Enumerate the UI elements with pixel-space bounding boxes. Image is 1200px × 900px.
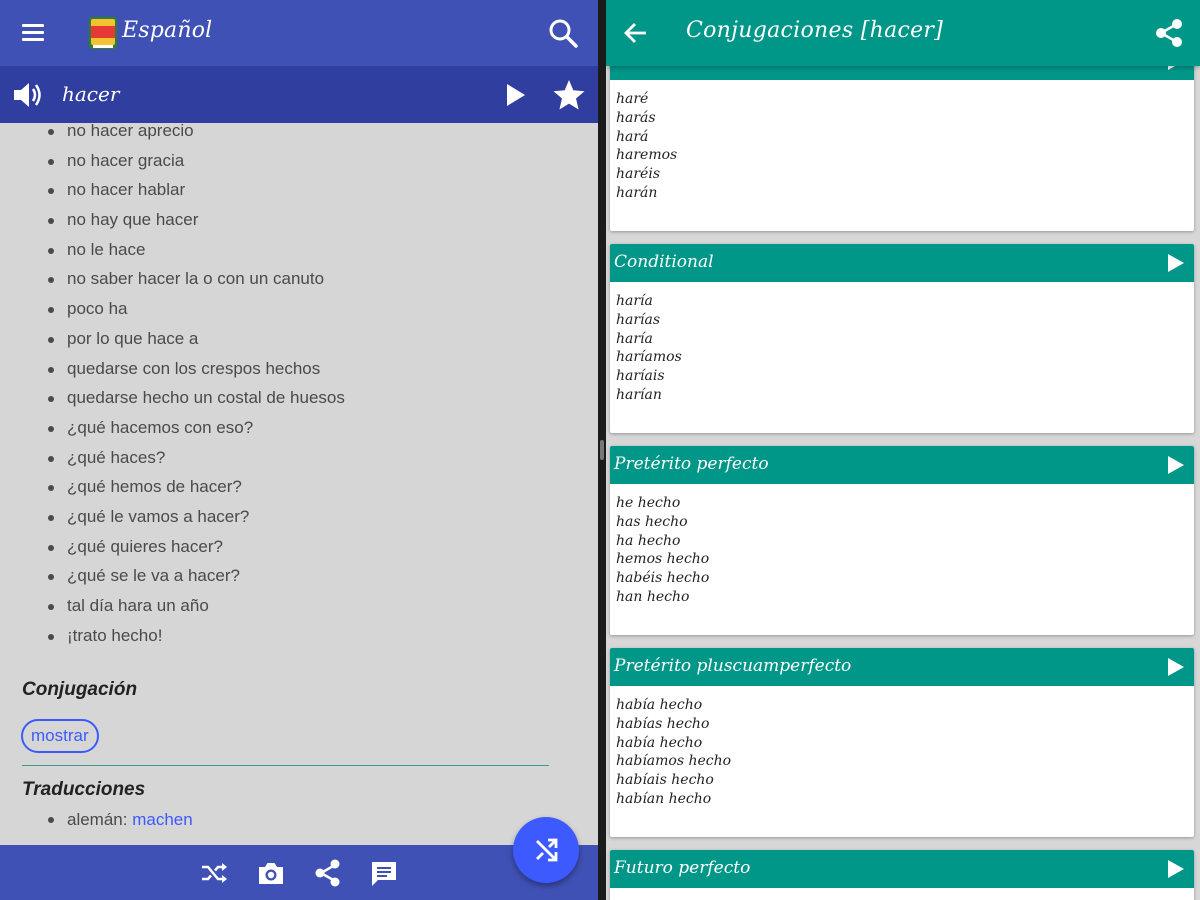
list-item[interactable]: no hacer aprecio (0, 123, 598, 146)
conjugation-form: han hecho (616, 588, 690, 605)
conjugation-form: habéis hecho (616, 570, 710, 587)
screen-title: Conjugaciones [hacer] (686, 18, 944, 43)
form-list: había hecho habías hecho había hecho hab… (610, 686, 1194, 809)
list-item[interactable]: no hay que hacer (0, 205, 598, 235)
conjugation-form: haría (616, 330, 653, 347)
card-header[interactable]: Pretérito perfecto (610, 446, 1194, 484)
conjugation-form: ha hecho (616, 532, 681, 549)
list-item[interactable]: por lo que hace a (0, 324, 598, 354)
conjugation-form: hemos hecho (616, 551, 710, 568)
card-title: Pretérito pluscuamperfecto (614, 656, 852, 676)
card-header[interactable]: Conditional (610, 244, 1194, 282)
play-icon[interactable] (1164, 454, 1186, 476)
list-item[interactable]: no le hace (0, 235, 598, 265)
play-icon[interactable] (1164, 858, 1186, 880)
conjugation-form: harías (616, 311, 661, 328)
card-header[interactable]: Futuro perfecto (610, 850, 1194, 888)
app-title: Español (122, 18, 213, 43)
divider (22, 765, 549, 766)
star-icon[interactable] (550, 76, 588, 114)
split-handle[interactable] (600, 440, 604, 460)
translation-language: alemán: (67, 810, 133, 829)
conjugation-heading: Conjugación (22, 679, 138, 700)
conjugation-form: harán (616, 184, 658, 201)
book-logo-icon (89, 17, 117, 49)
conjugation-form: haremos (616, 147, 678, 164)
form-list: he hecho has hecho ha hecho hemos hecho … (610, 484, 1194, 607)
form-list: haré harás hará haremos haréis harán (610, 80, 1194, 203)
conjugation-form: habías hecho (616, 715, 710, 732)
show-conjugation-button[interactable]: mostrar (21, 719, 99, 753)
speaker-icon[interactable] (10, 78, 46, 112)
conjugation-card: Conditional haría harías haría haríamos … (610, 244, 1194, 433)
list-item[interactable]: tal día hara un año (0, 591, 598, 621)
list-item[interactable]: no hacer hablar (0, 175, 598, 205)
card-title: Conditional (614, 252, 714, 272)
conjugation-form: haríais (616, 368, 665, 385)
phrase-list: no hacer aprecio no hacer gracia no hace… (0, 123, 598, 650)
shuffle-icon (536, 838, 558, 862)
conjugation-form: habíais hecho (616, 772, 714, 789)
form-list: haría harías haría haríamos haríais harí… (610, 282, 1194, 405)
translations-list: alemán: machen (0, 805, 598, 834)
list-item[interactable]: no saber hacer la o con un canuto (0, 264, 598, 294)
list-item[interactable]: ¡trato hecho! (0, 621, 598, 651)
conjugation-card: Pretérito pluscuamperfecto había hecho h… (610, 648, 1194, 837)
share-icon[interactable] (1152, 16, 1186, 50)
conjugation-form: hará (616, 128, 649, 145)
play-icon[interactable] (1164, 656, 1186, 678)
dictionary-pane: Español hacer no hacer aprecio no hacer … (0, 0, 598, 900)
conjugation-card: Pretérito perfecto he hecho has hecho ha… (610, 446, 1194, 635)
conjugation-form: haréis (616, 166, 661, 183)
conjugation-form: haré (616, 91, 649, 107)
list-item[interactable]: quedarse hecho un costal de huesos (0, 383, 598, 413)
play-icon[interactable] (498, 78, 532, 112)
menu-icon[interactable] (14, 17, 50, 49)
list-item[interactable]: no hacer gracia (0, 146, 598, 176)
list-item: alemán: machen (0, 805, 598, 834)
conjugation-form: has hecho (616, 513, 688, 530)
app-bar: Conjugaciones [hacer] (606, 0, 1200, 66)
search-icon[interactable] (546, 16, 580, 50)
list-item[interactable]: ¿qué se le va a hacer? (0, 561, 598, 591)
conjugation-form: haría (616, 293, 653, 309)
camera-icon[interactable] (255, 857, 287, 889)
shuffle-icon[interactable] (198, 857, 230, 889)
list-item[interactable]: poco ha (0, 294, 598, 324)
random-word-fab[interactable] (513, 817, 579, 883)
conjugation-form: haríamos (616, 349, 682, 366)
conjugation-form: había hecho (616, 734, 703, 751)
back-arrow-icon[interactable] (620, 17, 652, 49)
conjugation-form: harás (616, 109, 656, 126)
conjugation-form: habíamos hecho (616, 753, 732, 770)
word-header: hacer (0, 66, 598, 123)
list-item[interactable]: quedarse con los crespos hechos (0, 354, 598, 384)
conjugations-pane: Conjugaciones [hacer] haré harás hará ha… (606, 0, 1200, 900)
message-icon[interactable] (368, 857, 400, 889)
conjugation-form: había hecho (616, 697, 703, 713)
list-item[interactable]: ¿qué hemos de hacer? (0, 472, 598, 502)
conjugation-card: Futuro perfecto (610, 850, 1194, 900)
list-item[interactable]: ¿qué le vamos a hacer? (0, 502, 598, 532)
share-icon[interactable] (312, 857, 344, 889)
conjugation-form: habían hecho (616, 790, 712, 807)
app-bar: Español (0, 0, 598, 66)
definition-content: no hacer aprecio no hacer gracia no hace… (0, 123, 598, 845)
split-divider[interactable] (598, 0, 606, 900)
conjugation-form: he hecho (616, 495, 681, 511)
play-icon[interactable] (1164, 252, 1186, 274)
list-item[interactable]: ¿qué hacemos con eso? (0, 413, 598, 443)
word-title: hacer (62, 82, 120, 106)
translation-link[interactable]: machen (132, 810, 192, 829)
card-header[interactable]: Pretérito pluscuamperfecto (610, 648, 1194, 686)
bottom-toolbar (0, 845, 598, 900)
card-title: Pretérito perfecto (614, 454, 769, 474)
list-item[interactable]: ¿qué quieres hacer? (0, 532, 598, 562)
translations-heading: Traducciones (22, 779, 146, 800)
list-item[interactable]: ¿qué haces? (0, 443, 598, 473)
conjugation-card: haré harás hará haremos haréis harán (610, 42, 1194, 231)
card-title: Futuro perfecto (614, 858, 751, 878)
conjugation-form: harían (616, 386, 662, 403)
